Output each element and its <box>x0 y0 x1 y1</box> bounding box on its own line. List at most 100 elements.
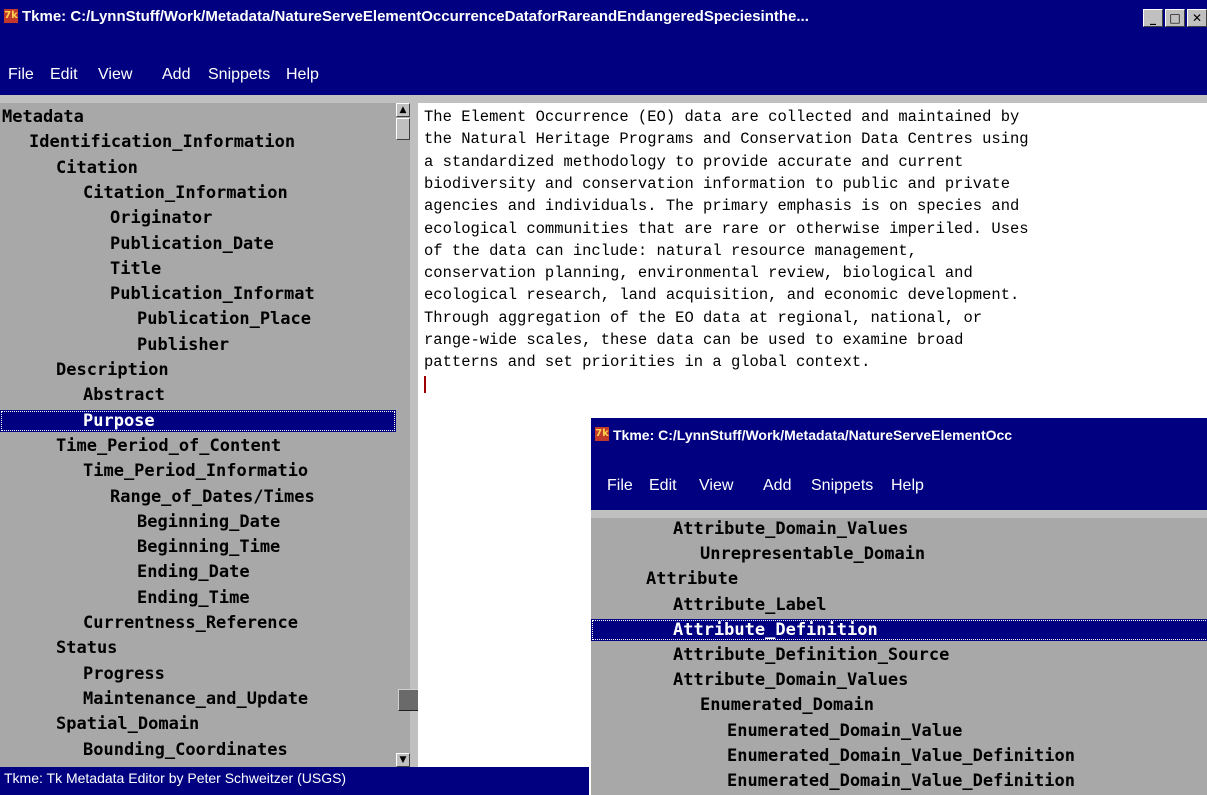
menu-view[interactable]: View <box>98 63 132 87</box>
tree-item[interactable]: Attribute_Domain_Values <box>591 669 1207 691</box>
tree-item-label: Citation <box>56 157 138 178</box>
tree-item[interactable]: Ending_Time <box>0 587 396 609</box>
tree-item-selected[interactable]: Attribute_Definition <box>591 618 1207 641</box>
tree-item[interactable]: Maintenance_and_Update <box>0 688 396 710</box>
tree-item[interactable]: Time_Period_of_Content <box>0 435 396 457</box>
attribute-tree[interactable]: Attribute_Domain_Values Unrepresentable_… <box>591 518 1207 795</box>
tree-item[interactable]: Title <box>0 258 396 280</box>
metadata-tree[interactable]: Metadata Identification_Information Cita… <box>0 103 396 767</box>
second-titlebar[interactable]: 7k Tkme: C:/LynnStuff/Work/Metadata/Natu… <box>591 418 1207 452</box>
tree-item[interactable]: Enumerated_Domain_Value <box>591 720 1207 742</box>
tree-item-label: Spatial_Domain <box>56 714 200 735</box>
text-caret <box>424 375 426 393</box>
tree-scrollbar[interactable]: ▲ ▼ <box>396 103 410 767</box>
tree-item-selected[interactable]: Purpose <box>0 409 396 432</box>
tree-item[interactable]: Publication_Date <box>0 233 396 255</box>
tree-item-label: Beginning_Time <box>137 537 281 558</box>
tree-item[interactable]: Enumerated_Domain_Value_Definition <box>591 745 1207 767</box>
tree-item-label: Attribute_Definition_Source <box>673 645 950 665</box>
menu-add[interactable]: Add <box>162 63 190 87</box>
tree-item[interactable]: Description <box>0 359 396 381</box>
menu-view[interactable]: View <box>699 474 733 498</box>
editor-line: of the data can include: natural resourc… <box>424 241 917 260</box>
menu-help[interactable]: Help <box>286 63 319 87</box>
tree-item[interactable]: Publication_Place <box>0 308 396 330</box>
main-window-title: Tkme: C:/LynnStuff/Work/Metadata/NatureS… <box>22 8 809 25</box>
editor-line: range-wide scales, these data can be use… <box>424 331 964 349</box>
tree-item[interactable]: Status <box>0 637 396 659</box>
tree-item[interactable]: Publication_Informat <box>0 283 396 305</box>
tree-item[interactable]: Enumerated_Domain_Value_Definition <box>591 770 1207 792</box>
scroll-up-arrow[interactable]: ▲ <box>396 103 410 117</box>
tree-item[interactable]: Metadata <box>0 106 396 128</box>
tree-item-label: Unrepresentable_Domain <box>700 544 926 565</box>
tree-item[interactable]: Publisher <box>0 334 396 356</box>
second-window-title: Tkme: C:/LynnStuff/Work/Metadata/NatureS… <box>613 427 1013 443</box>
scroll-down-arrow[interactable]: ▼ <box>396 753 410 767</box>
menu-file[interactable]: File <box>607 474 633 498</box>
main-titlebar[interactable]: 7k Tkme: C:/LynnStuff/Work/Metadata/Natu… <box>0 0 1207 33</box>
tree-item[interactable]: Attribute <box>591 568 1207 590</box>
tree-item-label: Metadata <box>2 107 84 127</box>
editor-line: conservation planning, environmental rev… <box>424 264 973 283</box>
tree-item-label: Time_Period_Informatio <box>83 461 309 482</box>
status-bar: Tkme: Tk Metadata Editor by Peter Schwei… <box>0 767 596 795</box>
tree-item[interactable]: Originator <box>0 207 396 229</box>
tree-item-label: Identification_Information <box>29 132 296 153</box>
editor-line: biodiversity and conservation informatio… <box>424 174 1010 193</box>
tree-item-label: Ending_Time <box>137 587 250 608</box>
tree-item[interactable]: Beginning_Date <box>0 511 396 533</box>
menu-snippets[interactable]: Snippets <box>208 63 270 87</box>
tree-item-label: Enumerated_Domain_Value_Definition <box>727 745 1075 766</box>
menu-edit[interactable]: Edit <box>649 474 677 498</box>
scroll-thumb[interactable] <box>396 118 410 140</box>
tree-item[interactable]: Currentness_Reference <box>0 612 396 634</box>
tree-item[interactable]: Attribute_Domain_Values <box>591 518 1207 540</box>
menu-add[interactable]: Add <box>763 474 791 498</box>
tree-item[interactable]: Attribute_Label <box>591 594 1207 616</box>
second-window: 7k Tkme: C:/LynnStuff/Work/Metadata/Natu… <box>589 416 1207 795</box>
tree-item[interactable]: Enumerated_Domain <box>591 694 1207 716</box>
main-menubar: File Edit View Add Snippets Help <box>0 33 1207 95</box>
maximize-button[interactable]: □ <box>1165 9 1185 27</box>
tree-item-label: Originator <box>110 208 213 229</box>
pane-divider[interactable] <box>410 95 416 767</box>
tree-item[interactable]: Unrepresentable_Domain <box>591 543 1207 565</box>
tree-item-label: Purpose <box>83 410 155 431</box>
tree-item[interactable]: Ending_Date <box>0 561 396 583</box>
minimize-button[interactable]: _ <box>1143 9 1163 27</box>
tree-item[interactable]: Citation <box>0 157 396 179</box>
tree-item-label: Enumerated_Domain_Value_Definition <box>727 771 1075 791</box>
tree-item-label: Attribute_Domain_Values <box>673 519 909 539</box>
tree-item[interactable]: Range_of_Dates/Times <box>0 486 396 508</box>
tree-item-label: Publisher <box>137 334 230 355</box>
editor-line: ecological research, land acquisition, a… <box>424 286 1020 305</box>
tree-item[interactable]: Bounding_Coordinates <box>0 739 396 761</box>
tree-item[interactable]: Identification_Information <box>0 131 396 153</box>
menu-file[interactable]: File <box>8 63 34 87</box>
tree-item-label: Progress <box>83 663 165 684</box>
editor-line: The Element Occurrence (EO) data are col… <box>424 108 1020 126</box>
tree-item[interactable]: Progress <box>0 663 396 685</box>
tree-item[interactable]: Citation_Information <box>0 182 396 204</box>
tree-item-label: Attribute_Definition <box>673 619 878 640</box>
tree-item-label: Publication_Date <box>110 233 274 254</box>
tree-item[interactable]: Attribute_Definition_Source <box>591 644 1207 666</box>
menu-help[interactable]: Help <box>891 474 924 498</box>
close-button[interactable]: ✕ <box>1187 9 1207 27</box>
menu-edit[interactable]: Edit <box>50 63 78 87</box>
tree-item[interactable]: Spatial_Domain <box>0 713 396 735</box>
tree-item[interactable]: Time_Period_Informatio <box>0 460 396 482</box>
tree-item[interactable]: Abstract <box>0 384 396 406</box>
tree-item-label: Attribute_Label <box>673 594 827 615</box>
tree-item-label: Status <box>56 638 118 659</box>
tree-item-label: Currentness_Reference <box>83 613 298 633</box>
tree-item-label: Maintenance_and_Update <box>83 688 309 709</box>
tree-item-label: Time_Period_of_Content <box>56 435 282 456</box>
editor-line: Through aggregation of the EO data at re… <box>424 308 983 327</box>
tk-feather-icon: 7k <box>595 427 609 441</box>
editor-line: the Natural Heritage Programs and Conser… <box>424 130 1029 149</box>
tree-item[interactable]: Beginning_Time <box>0 536 396 558</box>
menu-snippets[interactable]: Snippets <box>811 474 873 498</box>
tree-item-label: Bounding_Coordinates <box>83 739 288 760</box>
